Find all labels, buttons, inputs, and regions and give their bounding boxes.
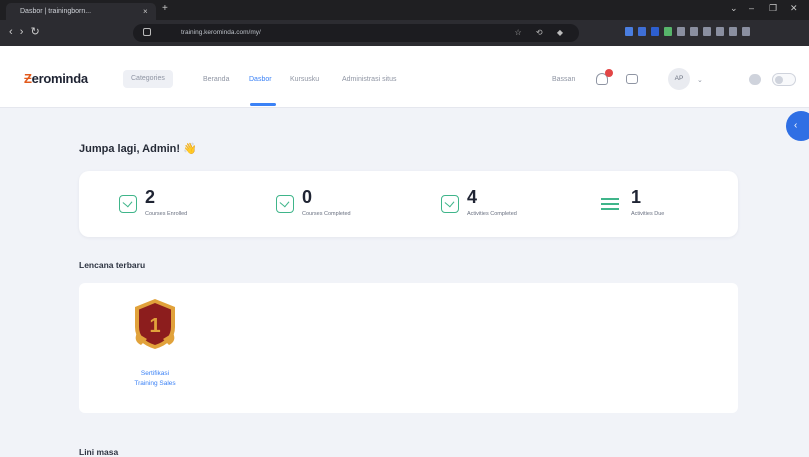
notification-badge [605,69,613,77]
nav-dashboard[interactable]: Dasbor [249,76,272,83]
close-window-icon[interactable]: ✕ [790,3,798,14]
toggle-knob [775,76,783,84]
active-nav-indicator [250,103,276,106]
nav-home[interactable]: Beranda [203,76,229,83]
user-avatar[interactable]: AP [668,68,690,90]
badge-name-line: Training Sales [134,380,176,387]
recent-badges-card: 1 Sertifikasi Training Sales [79,283,738,413]
browser-tabbar: Dasbor | trainingborn... × + ⌄ – ❐ ✕ [0,0,809,20]
browser-toolbar: ‹ › ↻ training.kerominda.com/my/ ☆ ⟲ ◆ [0,20,809,46]
extension-icon[interactable] [677,27,685,36]
open-drawer-button[interactable]: ‹ [786,111,809,141]
extension-icon[interactable] [729,27,737,36]
tab-close-icon[interactable]: × [143,3,148,20]
page-greeting: Jumpa lagi, Admin! 👋 [79,142,197,155]
extension-icon[interactable] [716,27,724,36]
tab-title: Dasbor | trainingborn... [20,8,92,15]
stat-value: 4 [467,187,478,207]
site-logo[interactable]: Ƶerominda [24,71,88,86]
extension-icon[interactable] [664,27,672,36]
recent-badges-title: Lencana terbaru [79,260,146,270]
chevron-down-icon[interactable]: ⌄ [697,76,703,84]
checkbox-icon [276,195,294,213]
extension-icon[interactable] [651,27,659,36]
tab-search-icon[interactable]: ⌄ [730,3,738,14]
browser-tab[interactable]: Dasbor | trainingborn... × [6,3,156,20]
edit-mode-icon [749,74,761,85]
extension-icon[interactable] [690,27,698,36]
messages-icon[interactable] [626,74,638,84]
new-tab-button[interactable]: + [162,3,168,14]
stat-value: 2 [145,187,156,207]
address-bar-icons[interactable]: ☆ ⟲ ◆ [515,24,569,42]
badge-name-line: Sertifikasi [140,370,170,377]
badge-rank: 1 [149,315,160,337]
waving-hand-icon: 👋 [183,143,197,155]
nav-site-admin[interactable]: Administrasi situs [342,76,396,83]
menu-icon[interactable] [742,27,750,36]
lock-icon [143,28,151,36]
stat-label: Activities Due [631,211,665,217]
browser-nav-buttons[interactable]: ‹ › ↻ [9,25,42,38]
stat-label: Courses Enrolled [145,211,188,217]
nav-my-courses[interactable]: Kursusku [290,76,319,83]
stat-label: Courses Completed [302,211,351,217]
logo-mark: Ƶ [24,71,32,86]
stat-value: 0 [302,187,313,207]
url-text: training.kerominda.com/my/ [181,29,261,36]
timeline-title: Lini masa [79,447,119,457]
task-check-icon [441,195,459,213]
list-lines-icon [601,195,619,213]
extension-icon[interactable] [703,27,711,36]
language-selector[interactable]: Bassan [552,76,575,83]
extension-icon[interactable] [638,27,646,36]
greeting-text: Jumpa lagi, Admin! [79,143,181,155]
badge-medal-icon[interactable]: 1 [131,297,179,351]
stat-label: Activities Completed [467,211,517,217]
minimize-icon[interactable]: – [749,3,754,13]
extension-icons [625,27,750,39]
extension-icon[interactable] [625,27,633,36]
maximize-icon[interactable]: ❐ [769,3,777,14]
nav-categories-dropdown[interactable]: Categories [123,70,173,88]
edit-mode-toggle[interactable] [772,73,796,86]
site-navbar: Ƶerominda Categories Beranda Dasbor Kurs… [0,46,809,108]
badge-name-link[interactable]: Sertifikasi Training Sales [119,369,191,389]
check-square-icon [119,195,137,213]
stat-value: 1 [631,187,642,207]
logo-text: erominda [31,71,88,86]
address-bar[interactable]: training.kerominda.com/my/ ☆ ⟲ ◆ [133,24,579,42]
stats-card: 2 Courses Enrolled 0 Courses Completed 4… [79,171,738,237]
